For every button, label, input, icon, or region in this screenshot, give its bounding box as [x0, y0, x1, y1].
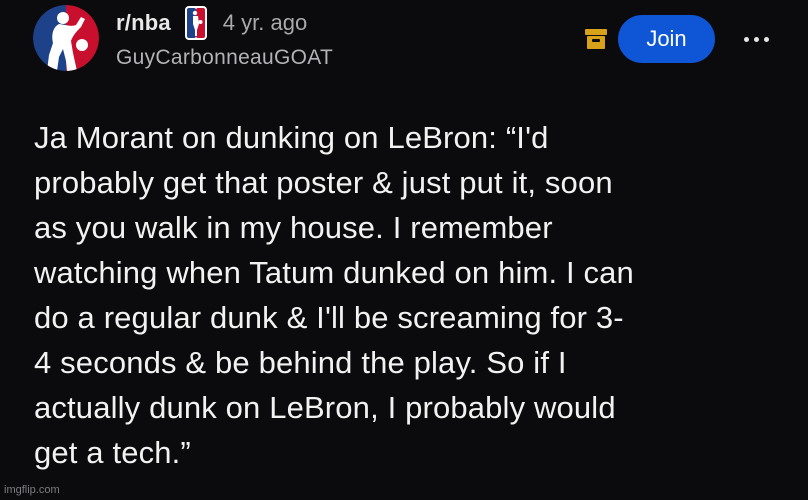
archive-icon[interactable]: [584, 28, 608, 50]
post-meta-top: r/nba 4 yr. ago: [116, 6, 333, 40]
post-title-line: do a regular dunk & I'll be screaming fo…: [34, 299, 624, 335]
post-author[interactable]: GuyCarbonneauGOAT: [116, 46, 333, 70]
post-title-line: get a tech.”: [34, 434, 191, 470]
post-title-line: Ja Morant on dunking on LeBron: “I'd: [34, 119, 549, 155]
post-title-line: actually dunk on LeBron, I probably woul…: [34, 389, 616, 425]
post-age: 4 yr. ago: [222, 10, 308, 35]
nba-logo-icon: [33, 5, 99, 71]
more-options-button[interactable]: [738, 24, 774, 54]
imgflip-watermark: imgflip.com: [4, 484, 60, 496]
post-title-line: probably get that poster & just put it, …: [34, 164, 613, 200]
subreddit-avatar[interactable]: [33, 5, 99, 71]
more-horizontal-icon-dot: [753, 36, 759, 42]
join-button[interactable]: Join: [618, 15, 715, 63]
post-meta: r/nba 4 yr. ago GuyCarbonneauGOAT: [116, 6, 333, 70]
post-header: r/nba 4 yr. ago GuyCarbonneauGOAT Join: [0, 0, 808, 80]
more-horizontal-icon-dot: [763, 36, 769, 42]
more-horizontal-icon: [743, 36, 749, 42]
post-title-line: 4 seconds & be behind the play. So if I: [34, 344, 567, 380]
post-title-line: watching when Tatum dunked on him. I can: [34, 254, 634, 290]
post-title[interactable]: Ja Morant on dunking on LeBron: “I'd pro…: [34, 115, 794, 475]
subreddit-name[interactable]: r/nba: [116, 10, 171, 36]
nba-flair-icon: [184, 6, 207, 40]
post-title-line: as you walk in my house. I remember: [34, 209, 553, 245]
